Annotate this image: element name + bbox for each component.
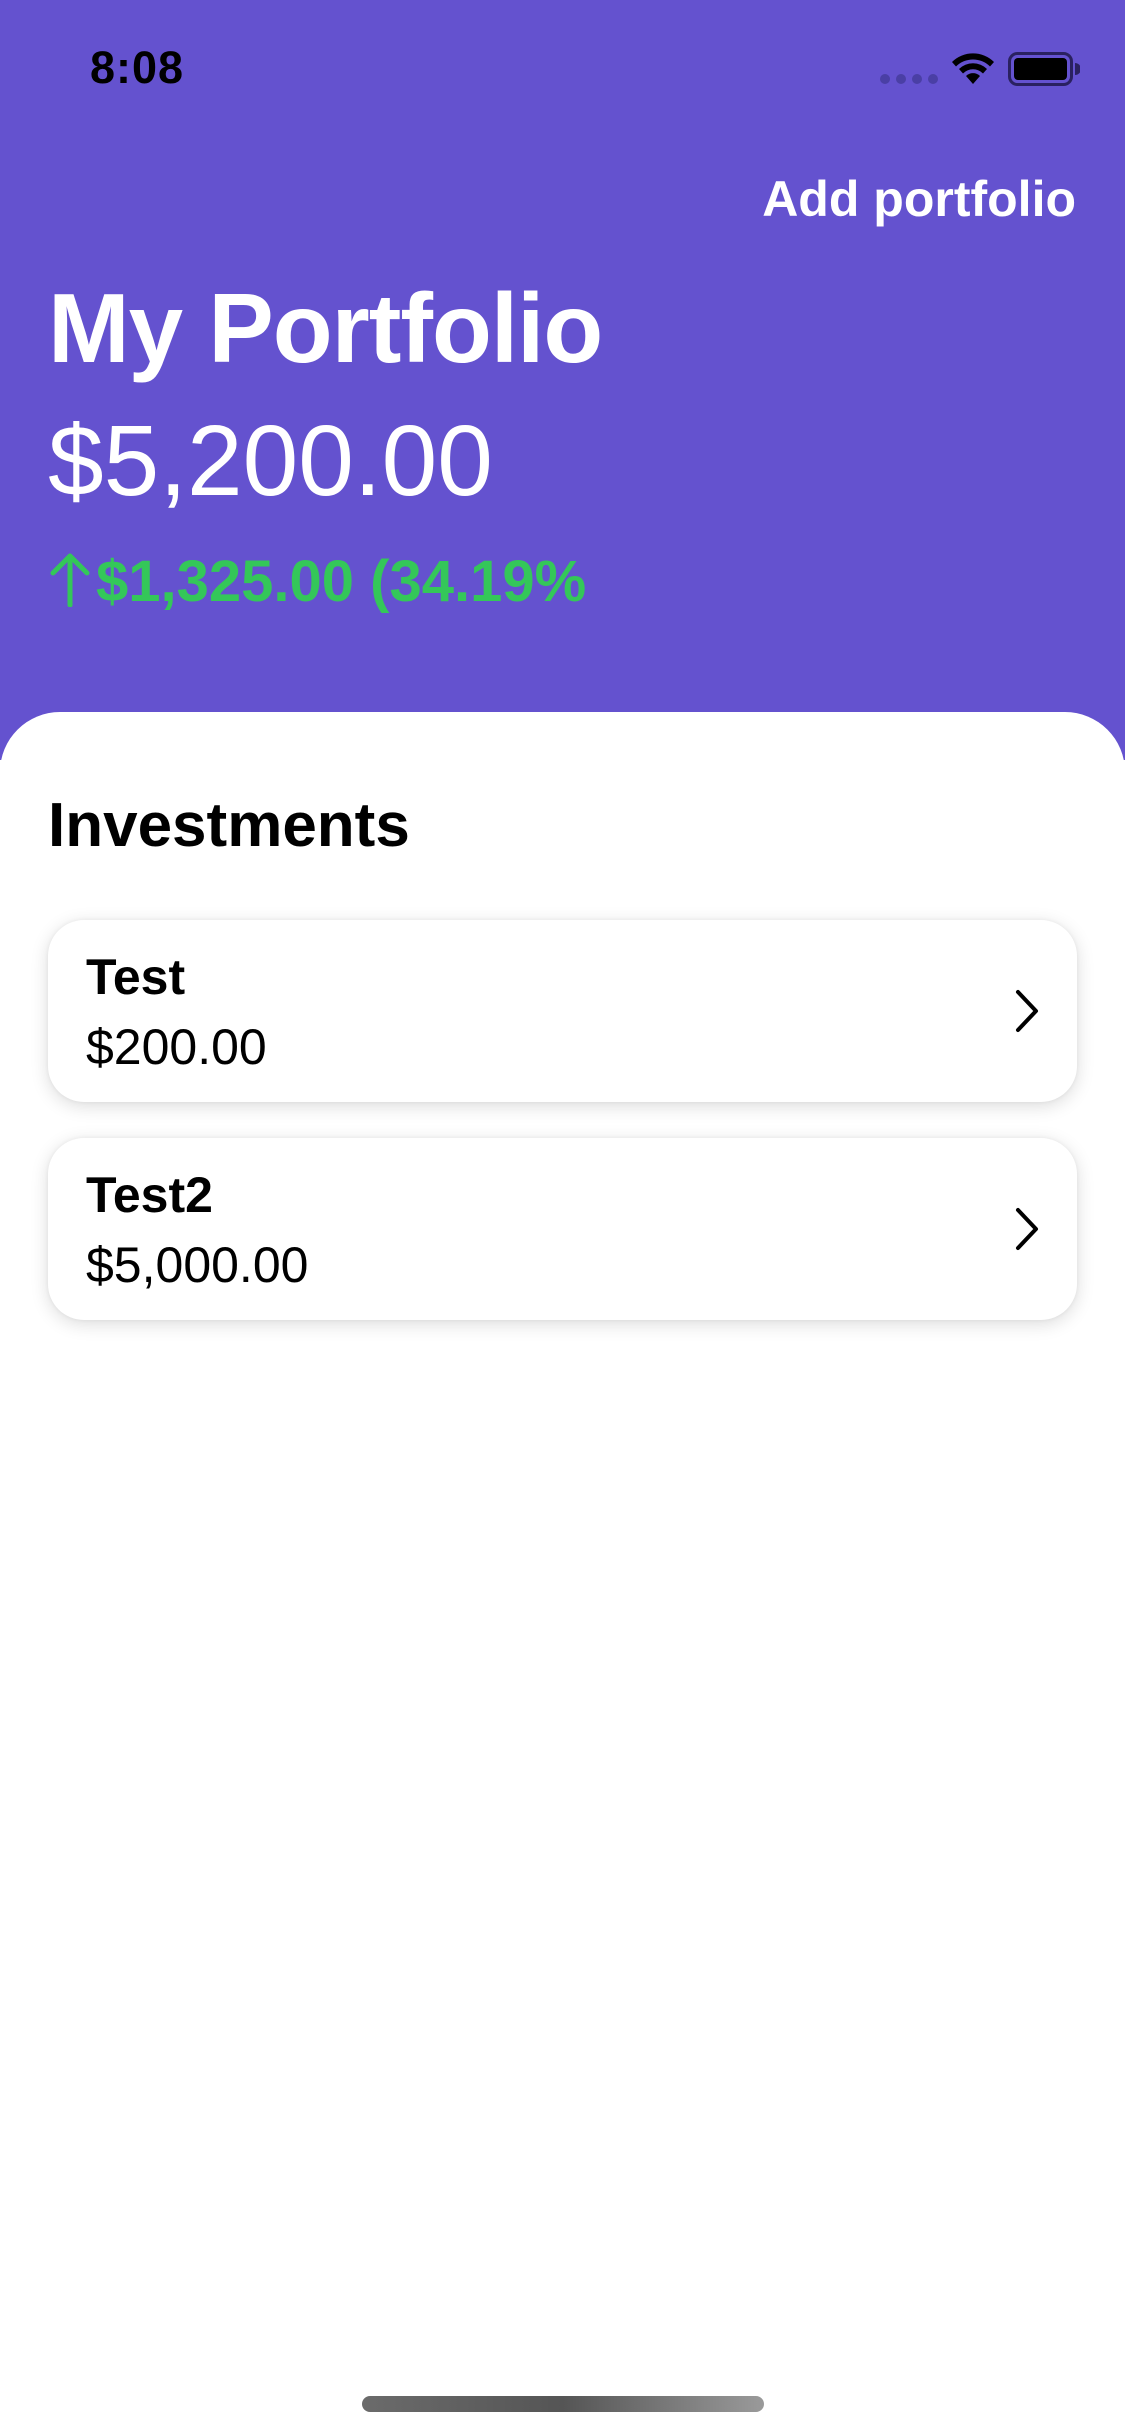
portfolio-header: 8:08 Add portfolio My Portfolio $5,200.0… bbox=[0, 0, 1125, 760]
wifi-icon bbox=[952, 53, 994, 84]
cellular-signal-icon bbox=[880, 74, 938, 84]
page-title: My Portfolio bbox=[48, 273, 603, 383]
chevron-right-icon bbox=[1016, 1208, 1038, 1250]
investment-name: Test bbox=[86, 949, 186, 1005]
status-time: 8:08 bbox=[90, 42, 185, 93]
investments-section-title: Investments bbox=[48, 791, 410, 860]
investments-sheet: Investments Test $200.00 Test2 $5,000.00 bbox=[0, 712, 1125, 2436]
investment-card[interactable]: Test2 $5,000.00 bbox=[48, 1138, 1077, 1320]
portfolio-change-text: $1,325.00 (34.19% bbox=[96, 549, 587, 614]
add-portfolio-button[interactable]: Add portfolio bbox=[762, 170, 1076, 228]
status-bar: 8:08 bbox=[0, 0, 1125, 132]
chevron-right-icon bbox=[1016, 990, 1038, 1032]
investment-amount: $200.00 bbox=[86, 1019, 267, 1075]
battery-icon bbox=[1008, 52, 1080, 86]
home-indicator[interactable] bbox=[362, 2396, 764, 2412]
investment-amount: $5,000.00 bbox=[86, 1237, 309, 1293]
portfolio-change: $1,325.00 (34.19% bbox=[48, 548, 586, 618]
investment-card[interactable]: Test $200.00 bbox=[48, 920, 1077, 1102]
arrow-up-icon bbox=[50, 553, 90, 607]
investment-name: Test2 bbox=[86, 1167, 213, 1223]
portfolio-total-value: $5,200.00 bbox=[48, 405, 493, 517]
portfolio-screen: 8:08 Add portfolio My Portfolio $5,200.0… bbox=[0, 0, 1125, 2436]
